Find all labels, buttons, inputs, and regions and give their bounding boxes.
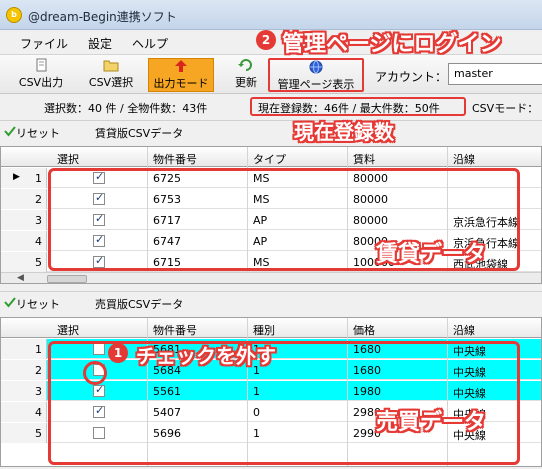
csv-select-button[interactable]: CSV選択 [80,58,142,92]
rental-data-caption: 賃貸データ [376,242,487,267]
globe-icon [309,60,323,74]
sale-col-line[interactable]: 沿線 [453,322,475,338]
row-header: 4 [1,231,47,251]
sale-col-price[interactable]: 価格 [353,322,375,338]
rental-col-type[interactable]: タイプ [253,151,286,167]
step-2-caption: 管理ページにログイン [282,32,502,57]
checkmark-icon [4,297,16,308]
menu-help[interactable]: ヘルプ [132,35,168,52]
rental-grid-header: 選択 物件番号 タイプ 賃料 沿線 [1,147,541,167]
row-header: ▶ 1 [1,168,47,188]
rental-horizontal-scrollbar[interactable]: ◀ [1,272,541,283]
row-header: 3 [1,210,47,230]
menu-settings[interactable]: 設定 [88,35,112,52]
csv-output-button[interactable]: CSV出力 [10,58,72,92]
admin-page-button[interactable]: 管理ページ表示 [268,58,364,92]
csv-mode-label: CSVモード： [472,102,539,115]
refresh-icon [238,59,252,71]
sale-data-highlight [48,341,520,465]
account-label: アカウント： [375,70,448,84]
scroll-thumb[interactable] [47,275,87,283]
toolbar: CSV出力 CSV選択 出力モード 更新 管理ページ表示 アカウント： mast… [0,54,542,94]
sale-section-title: 売買版CSVデータ [95,298,184,311]
row-header: 4 [1,402,47,422]
sale-col-select[interactable]: 選択 [57,322,79,338]
rental-col-id[interactable]: 物件番号 [153,151,197,167]
row-header: 2 [1,360,47,380]
registered-count-caption: 現在登録数 [294,120,394,144]
admin-page-label: 管理ページ表示 [277,78,355,91]
refresh-button[interactable]: 更新 [226,58,266,92]
sale-section-bar: リセット 売買版CSVデータ [0,291,542,313]
app-logo-icon: b [6,7,22,23]
window-title: @dream-Begin連携ソフト [28,10,177,24]
row-header: 5 [1,423,47,443]
sale-col-id[interactable]: 物件番号 [153,322,197,338]
status-bar: 選択数：40 件 / 全物件数：43件 現在登録数：46件 / 最大件数：50件… [0,95,542,117]
rental-section-bar: リセット 賃貸版CSVデータ [0,120,542,142]
csv-select-label: CSV選択 [88,76,134,89]
registered-count: 現在登録数：46件 / 最大件数：50件 [258,102,440,115]
refresh-label: 更新 [235,76,257,89]
output-mode-button[interactable]: 出力モード [148,58,214,92]
sale-grid-header: 選択 物件番号 種別 価格 沿線 [1,318,541,338]
sale-reset-button[interactable]: リセット [16,296,60,312]
current-row-arrow-icon: ▶ [13,172,20,182]
checkmark-icon [4,126,16,137]
csv-output-label: CSV出力 [18,76,64,89]
row-header: 2 [1,189,47,209]
document-icon [36,58,47,72]
row-header: 3 [1,381,47,401]
rental-col-line[interactable]: 沿線 [453,151,475,167]
row-header: 5 [1,252,47,272]
rental-col-select[interactable]: 選択 [57,151,79,167]
upload-arrow-icon [175,60,187,72]
row-header: 1 [1,339,47,359]
rental-reset-button[interactable]: リセット [16,125,60,141]
step-2-badge: 2 [256,30,276,50]
sale-data-caption: 売買データ [376,410,487,435]
account-select[interactable]: master [448,63,542,85]
scroll-left-icon[interactable]: ◀ [17,273,24,283]
rental-section-title: 賃貸版CSVデータ [95,127,184,140]
selected-count: 選択数：40 件 / 全物件数：43件 [44,102,208,115]
menu-file[interactable]: ファイル [20,35,68,52]
rental-col-price[interactable]: 賃料 [353,151,375,167]
sale-col-type[interactable]: 種別 [253,322,275,338]
output-mode-label: 出力モード [153,77,209,90]
folder-icon [103,60,119,72]
